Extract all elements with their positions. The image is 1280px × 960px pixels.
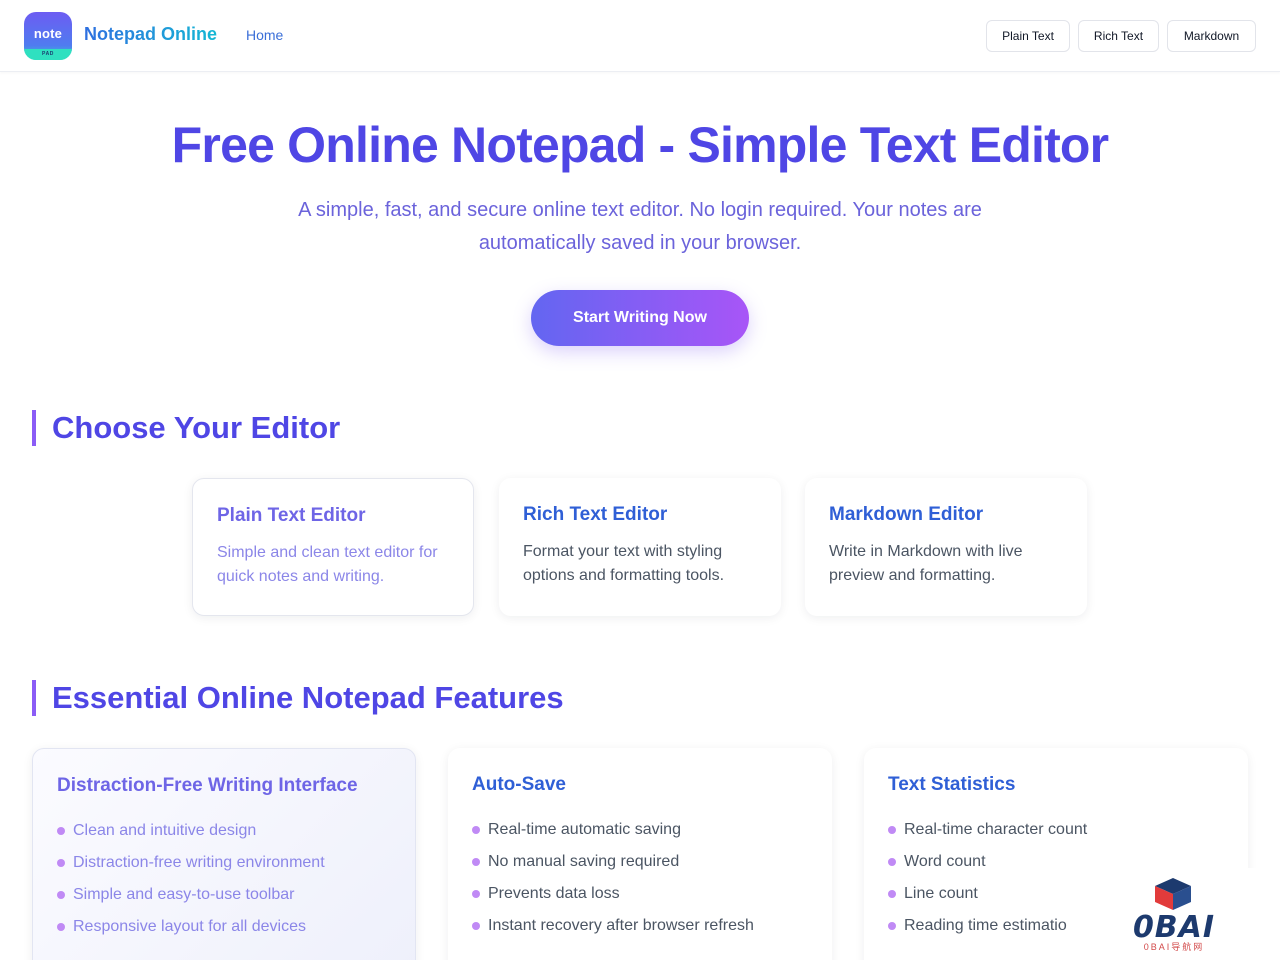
feature-list: Real-time automatic saving No manual sav…: [472, 814, 808, 942]
bullet-dot-icon: [57, 859, 65, 867]
feature-item-text: Distraction-free writing environment: [73, 854, 325, 871]
feature-card-distraction-free: Distraction-Free Writing Interface Clean…: [32, 748, 416, 960]
nav-home-link[interactable]: Home: [246, 27, 283, 43]
editor-card-desc: Write in Markdown with live preview and …: [829, 543, 1023, 584]
feature-item-text: Reading time estimatio: [904, 917, 1067, 934]
features-section-title: Essential Online Notepad Features: [32, 680, 564, 716]
feature-list: Clean and intuitive design Distraction-f…: [57, 815, 391, 943]
feature-item: Prevents data loss: [472, 878, 808, 910]
bullet-dot-icon: [888, 826, 896, 834]
brand-name[interactable]: Notepad Online: [84, 24, 217, 45]
editors-section-title: Choose Your Editor: [32, 410, 340, 446]
logo-sub-text: PAD: [24, 49, 72, 60]
editor-card-desc: Simple and clean text editor for quick n…: [217, 544, 438, 585]
feature-item: Real-time character count: [888, 814, 1224, 846]
feature-item-text: Real-time character count: [904, 821, 1088, 838]
editor-card-title: Rich Text Editor: [523, 504, 668, 525]
notepad-logo-icon[interactable]: note PAD: [24, 12, 72, 60]
feature-item-text: Real-time automatic saving: [488, 821, 681, 838]
feature-item-text: Prevents data loss: [488, 885, 620, 902]
rich-text-button[interactable]: Rich Text: [1078, 20, 1159, 52]
bullet-dot-icon: [472, 858, 480, 866]
bullet-dot-icon: [472, 890, 480, 898]
editor-card-desc: Format your text with styling options an…: [523, 543, 725, 584]
hero-title: Free Online Notepad - Simple Text Editor: [171, 117, 1109, 173]
bullet-dot-icon: [472, 826, 480, 834]
hero-subtitle: A simple, fast, and secure online text e…: [298, 199, 982, 254]
bullet-dot-icon: [472, 922, 480, 930]
feature-item-text: Clean and intuitive design: [73, 822, 257, 839]
watermark-subtext: 0BAI导航网: [1143, 942, 1205, 952]
editor-card-title: Markdown Editor: [829, 504, 984, 525]
bullet-dot-icon: [888, 890, 896, 898]
feature-item: Clean and intuitive design: [57, 815, 391, 847]
markdown-button[interactable]: Markdown: [1167, 20, 1256, 52]
bullet-dot-icon: [57, 891, 65, 899]
feature-item-text: No manual saving required: [488, 853, 680, 870]
feature-item-text: Instant recovery after browser refresh: [488, 917, 754, 934]
editor-card-markdown[interactable]: Markdown Editor Write in Markdown with l…: [805, 478, 1087, 616]
feature-card-title: Distraction-Free Writing Interface: [57, 775, 358, 796]
editor-card-title: Plain Text Editor: [217, 505, 366, 526]
editor-card-rich-text[interactable]: Rich Text Editor Format your text with s…: [499, 478, 781, 616]
feature-card-title: Text Statistics: [888, 774, 1016, 795]
feature-item: Instant recovery after browser refresh: [472, 910, 808, 942]
bullet-dot-icon: [888, 922, 896, 930]
feature-item: Responsive layout for all devices: [57, 911, 391, 943]
feature-item: Simple and easy-to-use toolbar: [57, 879, 391, 911]
feature-item-text: Word count: [904, 853, 986, 870]
feature-item: No manual saving required: [472, 846, 808, 878]
logo-main-text: note: [33, 26, 63, 41]
feature-item: Distraction-free writing environment: [57, 847, 391, 879]
feature-card-title: Auto-Save: [472, 774, 566, 795]
feature-item-text: Simple and easy-to-use toolbar: [73, 886, 295, 903]
feature-card-auto-save: Auto-Save Real-time automatic saving No …: [448, 748, 832, 960]
bullet-dot-icon: [888, 858, 896, 866]
cube-icon: [1155, 878, 1191, 910]
bullet-dot-icon: [57, 827, 65, 835]
watermark-logo: 0BAI 0BAI导航网: [1075, 868, 1280, 960]
site-header: note PAD Notepad Online Home Plain Text …: [0, 0, 1280, 72]
editor-card-plain-text[interactable]: Plain Text Editor Simple and clean text …: [192, 478, 474, 616]
feature-item: Real-time automatic saving: [472, 814, 808, 846]
plain-text-button[interactable]: Plain Text: [986, 20, 1070, 52]
feature-item-text: Line count: [904, 885, 978, 902]
start-writing-button[interactable]: Start Writing Now: [531, 290, 749, 346]
bullet-dot-icon: [57, 923, 65, 931]
feature-item-text: Responsive layout for all devices: [73, 918, 307, 935]
